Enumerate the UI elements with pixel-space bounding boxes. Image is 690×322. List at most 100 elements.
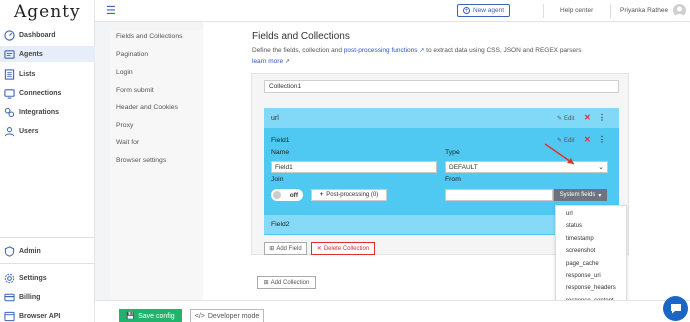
system-field-option[interactable]: timestamp bbox=[566, 236, 594, 242]
system-field-option[interactable]: url bbox=[566, 211, 573, 217]
system-field-option[interactable]: response_uri bbox=[566, 273, 601, 279]
sidebar-item-admin[interactable]: Admin bbox=[0, 243, 95, 259]
avatar[interactable] bbox=[673, 4, 686, 17]
sidebar-item-lists[interactable]: Lists bbox=[0, 66, 95, 82]
settings-icon bbox=[4, 273, 15, 283]
sidebar-divider bbox=[0, 263, 95, 264]
config-menu-item-headers[interactable]: Header and Cookies bbox=[116, 104, 178, 111]
system-field-option[interactable]: status bbox=[566, 223, 582, 229]
config-menu-item-browser-settings[interactable]: Browser settings bbox=[116, 157, 166, 164]
users-icon bbox=[4, 126, 15, 136]
delete-collection-label: Delete Collection bbox=[323, 245, 370, 252]
agenty-logo[interactable]: Agenty bbox=[14, 2, 81, 22]
join-toggle[interactable]: off bbox=[271, 189, 303, 201]
page-description: Define the fields, collection and post-p… bbox=[252, 46, 642, 67]
field1-options-icon[interactable]: ⋮ bbox=[598, 135, 606, 144]
post-processing-link[interactable]: post-processing functions bbox=[344, 47, 418, 54]
url-field-title: url bbox=[271, 115, 279, 122]
caret-down-icon: ▾ bbox=[598, 192, 602, 199]
plus-icon: + bbox=[319, 192, 324, 198]
sidebar-item-users[interactable]: Users bbox=[0, 123, 95, 139]
sidebar-item-agents[interactable]: Agents bbox=[0, 46, 95, 62]
add-field-label: Add Field bbox=[276, 245, 302, 252]
sidebar-item-browser-api[interactable]: Browser API bbox=[0, 308, 95, 322]
plus-square-icon: ⊞ bbox=[263, 280, 269, 286]
system-fields-label: System fields bbox=[559, 192, 596, 198]
add-collection-button[interactable]: ⊞ Add Collection bbox=[257, 276, 316, 289]
field-name-input[interactable]: Field1 bbox=[271, 161, 437, 173]
sidebar-divider bbox=[0, 237, 95, 238]
toggle-knob bbox=[273, 191, 281, 199]
new-agent-label: New agent bbox=[473, 7, 505, 14]
sidebar-item-label: Browser API bbox=[19, 312, 61, 320]
chevron-down-icon: ⌄ bbox=[598, 164, 604, 171]
topbar-divider bbox=[543, 4, 544, 18]
plus-circle-icon: + bbox=[463, 7, 470, 14]
developer-mode-label: Developer mode bbox=[207, 312, 260, 320]
sidebar-item-label: Agents bbox=[19, 50, 43, 58]
config-menu-item-login[interactable]: Login bbox=[116, 69, 133, 76]
system-field-option[interactable]: screenshot bbox=[566, 248, 595, 254]
delete-url-icon[interactable]: ✕ bbox=[584, 113, 591, 122]
top-bar: ☰ + New agent Help center Priyanka Rathe… bbox=[95, 0, 690, 22]
field-type-value: DEFAULT bbox=[449, 164, 478, 171]
field-type-select[interactable]: DEFAULT ⌄ bbox=[445, 161, 608, 173]
sidebar-item-settings[interactable]: Settings bbox=[0, 270, 95, 286]
sidebar-item-billing[interactable]: Billing bbox=[0, 289, 95, 305]
from-input[interactable] bbox=[445, 189, 553, 201]
sidebar-item-label: Admin bbox=[19, 247, 41, 255]
code-icon: </> bbox=[194, 312, 205, 320]
config-menu-item-fields[interactable]: Fields and Collections bbox=[116, 33, 183, 40]
page-title: Fields and Collections bbox=[252, 31, 350, 42]
system-field-option[interactable]: response_headers bbox=[566, 285, 616, 291]
sidebar-item-integrations[interactable]: Integrations bbox=[0, 104, 95, 120]
learn-more-link[interactable]: learn more bbox=[252, 58, 283, 65]
delete-field1-icon[interactable]: ✕ bbox=[584, 135, 591, 144]
config-menu-item-form-submit[interactable]: Form submit bbox=[116, 87, 154, 94]
help-center-link[interactable]: Help center bbox=[560, 7, 593, 14]
name-label: Name bbox=[271, 149, 290, 156]
plus-square-icon: ⊞ bbox=[269, 246, 275, 252]
sidebar-item-label: Lists bbox=[19, 70, 36, 78]
post-processing-button[interactable]: + Post-processing (0) bbox=[311, 189, 387, 201]
close-icon: ✕ bbox=[316, 246, 322, 252]
description-text: to extract data using CSS, JSON and REGE… bbox=[424, 47, 582, 54]
user-avatar-icon bbox=[674, 6, 685, 17]
system-field-option[interactable]: page_cache bbox=[566, 261, 599, 267]
browser-api-icon bbox=[4, 311, 15, 321]
save-config-button[interactable]: 💾 Save config bbox=[119, 309, 182, 322]
save-icon: 💾 bbox=[126, 313, 136, 320]
sidebar-item-connections[interactable]: Connections bbox=[0, 85, 95, 101]
menu-toggle-icon[interactable]: ☰ bbox=[106, 4, 116, 17]
chat-widget-button[interactable] bbox=[663, 296, 688, 321]
integrations-icon bbox=[4, 107, 15, 117]
url-options-icon[interactable]: ⋮ bbox=[598, 113, 606, 122]
sidebar-item-label: Integrations bbox=[19, 108, 60, 116]
user-name[interactable]: Priyanka Rathee bbox=[620, 7, 668, 14]
delete-collection-button[interactable]: ✕ Delete Collection bbox=[311, 242, 375, 255]
annotation-arrow-icon bbox=[544, 143, 575, 165]
description-text: Define the fields, collection and bbox=[252, 47, 344, 54]
agents-icon bbox=[4, 49, 15, 59]
join-label: Join bbox=[271, 176, 284, 183]
edit-label: Edit bbox=[564, 115, 575, 122]
sidebar-item-dashboard[interactable]: Dashboard bbox=[0, 27, 95, 43]
sidebar: Agenty Dashboard Agents Lists Connection… bbox=[0, 0, 95, 322]
chat-icon bbox=[670, 304, 681, 314]
join-toggle-value: off bbox=[289, 191, 298, 199]
topbar-divider bbox=[610, 4, 611, 18]
add-field-button[interactable]: ⊞ Add Field bbox=[264, 242, 307, 255]
external-link-icon: ↗ bbox=[284, 58, 290, 65]
type-label: Type bbox=[445, 149, 460, 156]
post-processing-label: Post-processing (0) bbox=[326, 192, 379, 198]
config-menu-item-wait-for[interactable]: Wait for bbox=[116, 139, 139, 146]
developer-mode-button[interactable]: </> Developer mode bbox=[190, 309, 264, 322]
lists-icon bbox=[4, 68, 15, 80]
config-menu-item-pagination[interactable]: Pagination bbox=[116, 51, 148, 58]
system-fields-button[interactable]: System fields ▾ bbox=[554, 189, 607, 201]
config-menu: Fields and Collections Pagination Login … bbox=[110, 30, 203, 300]
collection-name-input[interactable]: Collection1 bbox=[264, 80, 619, 93]
edit-url-button[interactable]: ✎ Edit bbox=[557, 115, 575, 123]
config-menu-item-proxy[interactable]: Proxy bbox=[116, 122, 133, 129]
new-agent-button[interactable]: + New agent bbox=[457, 4, 511, 17]
